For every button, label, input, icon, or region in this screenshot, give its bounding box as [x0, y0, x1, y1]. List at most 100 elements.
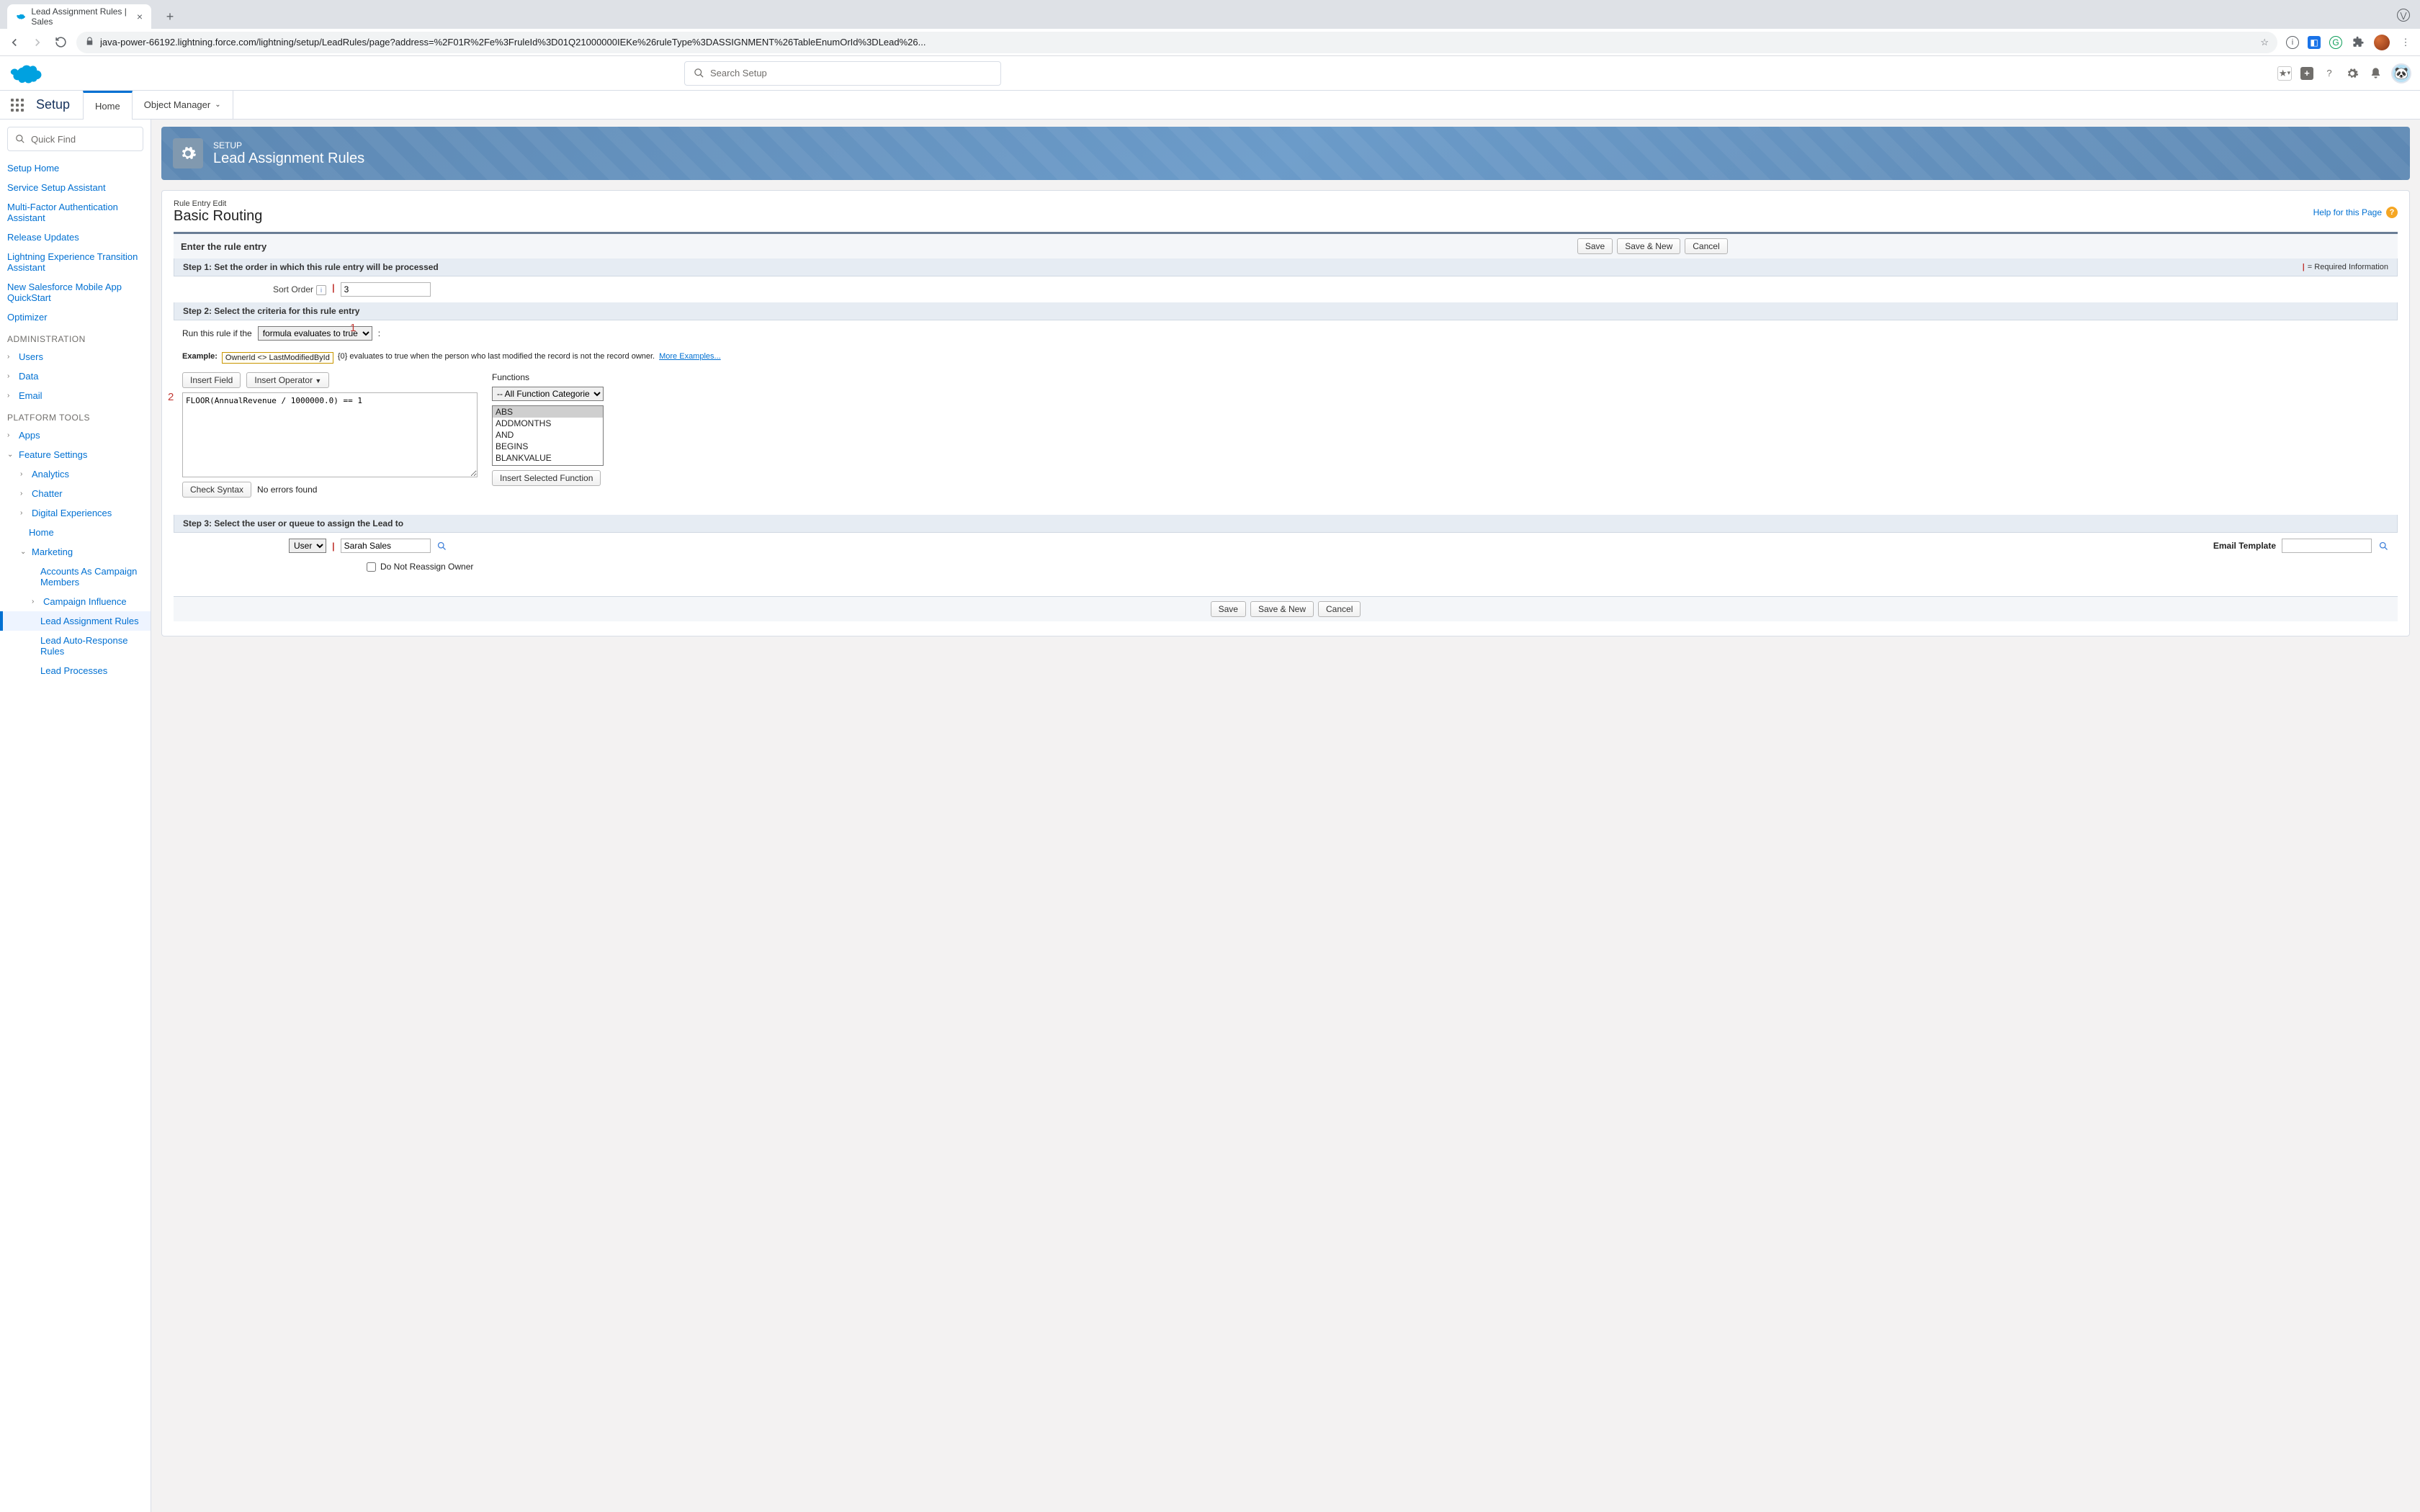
app-launcher-icon[interactable]	[7, 95, 27, 115]
star-icon[interactable]: ☆	[2260, 37, 2269, 48]
cancel-button[interactable]: Cancel	[1685, 238, 1727, 254]
assign-type-select[interactable]: User	[289, 539, 326, 553]
save-button[interactable]: Save	[1577, 238, 1613, 254]
nav-digital-exp[interactable]: ›Digital Experiences	[0, 503, 151, 523]
email-template-input[interactable]	[2282, 539, 2372, 553]
function-item[interactable]: BR	[493, 464, 603, 466]
function-list[interactable]: ABS ADDMONTHS AND BEGINS BLANKVALUE BR	[492, 405, 604, 466]
setup-gear-icon[interactable]	[2345, 66, 2360, 81]
kebab-menu-icon[interactable]: ⋮	[2398, 35, 2413, 50]
sf-global-header: Search Setup ★▾ + ? 🐼	[0, 56, 2420, 91]
close-tab-icon[interactable]: ×	[137, 11, 143, 22]
nav-service-setup[interactable]: Service Setup Assistant	[0, 178, 151, 197]
chevron-right-icon: ›	[7, 372, 14, 380]
function-item[interactable]: ADDMONTHS	[493, 418, 603, 429]
tab-title: Lead Assignment Rules | Sales	[31, 6, 130, 27]
extension-icon[interactable]: ◧	[2308, 36, 2321, 49]
setup-sidebar: Quick Find Setup Home Service Setup Assi…	[0, 120, 151, 1512]
nav-email[interactable]: ›Email	[0, 386, 151, 405]
nav-release-updates[interactable]: Release Updates	[0, 228, 151, 247]
chevron-right-icon: ›	[20, 490, 27, 498]
salesforce-logo-icon[interactable]	[9, 62, 42, 85]
sort-order-label: Sort Orderi	[182, 282, 326, 295]
required-marker: |	[332, 282, 335, 293]
save-button[interactable]: Save	[1211, 601, 1246, 617]
nav-data[interactable]: ›Data	[0, 366, 151, 386]
nav-analytics[interactable]: ›Analytics	[0, 464, 151, 484]
nav-chatter[interactable]: ›Chatter	[0, 484, 151, 503]
grammarly-icon[interactable]: G	[2329, 36, 2342, 49]
global-search[interactable]: Search Setup	[684, 61, 1001, 86]
nav-users[interactable]: ›Users	[0, 347, 151, 366]
function-item[interactable]: BLANKVALUE	[493, 452, 603, 464]
page-header: SETUP Lead Assignment Rules	[161, 127, 2410, 180]
lookup-icon[interactable]	[436, 540, 448, 552]
lookup-icon[interactable]	[2378, 540, 2389, 552]
browser-toolbar: java-power-66192.lightning.force.com/lig…	[0, 29, 2420, 56]
chevron-right-icon: ›	[7, 353, 14, 361]
tab-object-manager[interactable]: Object Manager⌄	[133, 91, 233, 120]
quick-find-input[interactable]: Quick Find	[7, 127, 143, 151]
reload-button[interactable]	[53, 35, 68, 50]
rule-name: Basic Routing	[174, 208, 262, 225]
nav-mfa-assistant[interactable]: Multi-Factor Authentication Assistant	[0, 197, 151, 228]
app-name: Setup	[36, 97, 70, 112]
function-category-select[interactable]: -- All Function Categories --	[492, 387, 604, 401]
address-bar[interactable]: java-power-66192.lightning.force.com/lig…	[76, 32, 2277, 53]
notifications-icon[interactable]	[2368, 66, 2383, 81]
formula-textarea[interactable]: FLOOR(AnnualRevenue / 1000000.0) == 1	[182, 392, 478, 477]
lock-icon	[85, 37, 94, 48]
function-item[interactable]: BEGINS	[493, 441, 603, 452]
help-icon[interactable]: ?	[2322, 66, 2336, 81]
window-control-icon[interactable]: ⋁	[2397, 9, 2410, 22]
bottom-button-bar: Save Save & New Cancel	[174, 596, 2398, 621]
insert-field-button[interactable]: Insert Field	[182, 372, 241, 388]
info-icon[interactable]: i	[316, 285, 326, 295]
nav-lead-processes[interactable]: Lead Processes	[0, 661, 151, 680]
browser-tab[interactable]: Lead Assignment Rules | Sales ×	[7, 4, 151, 29]
check-syntax-button[interactable]: Check Syntax	[182, 482, 251, 498]
nav-home-platform[interactable]: Home	[0, 523, 151, 542]
extensions-puzzle-icon[interactable]	[2351, 35, 2365, 50]
nav-lead-assignment-rules[interactable]: Lead Assignment Rules	[0, 611, 151, 631]
nav-lex-transition[interactable]: Lightning Experience Transition Assistan…	[0, 247, 151, 277]
add-button[interactable]: +	[2300, 67, 2313, 80]
nav-marketing[interactable]: ⌄Marketing	[0, 542, 151, 562]
search-icon	[694, 68, 704, 78]
chevron-right-icon: ›	[7, 431, 14, 439]
function-item[interactable]: ABS	[493, 406, 603, 418]
nav-mobile-quickstart[interactable]: New Salesforce Mobile App QuickStart	[0, 277, 151, 307]
sort-order-input[interactable]	[341, 282, 431, 297]
nav-optimizer[interactable]: Optimizer	[0, 307, 151, 327]
nav-section-admin: ADMINISTRATION	[0, 327, 151, 347]
insert-operator-button[interactable]: Insert Operator ▼	[246, 372, 329, 388]
tab-home[interactable]: Home	[83, 91, 133, 120]
nav-campaign-influence[interactable]: ›Campaign Influence	[0, 592, 151, 611]
annotation-2: 2	[168, 391, 174, 403]
info-icon[interactable]: i	[2286, 36, 2299, 49]
nav-setup-home[interactable]: Setup Home	[0, 158, 151, 178]
insert-function-button[interactable]: Insert Selected Function	[492, 470, 601, 486]
no-reassign-checkbox[interactable]	[367, 562, 376, 572]
user-avatar[interactable]: 🐼	[2391, 63, 2411, 84]
help-link[interactable]: Help for this Page ?	[2313, 199, 2398, 225]
nav-apps[interactable]: ›Apps	[0, 426, 151, 445]
step3-header: Step 3: Select the user or queue to assi…	[174, 515, 2398, 533]
cancel-button[interactable]: Cancel	[1318, 601, 1361, 617]
save-new-button[interactable]: Save & New	[1617, 238, 1680, 254]
favorites-button[interactable]: ★▾	[2277, 66, 2292, 81]
new-tab-button[interactable]: +	[160, 6, 180, 27]
save-new-button[interactable]: Save & New	[1250, 601, 1314, 617]
nav-accounts-campaign[interactable]: Accounts As Campaign Members	[0, 562, 151, 592]
nav-lead-auto-response[interactable]: Lead Auto-Response Rules	[0, 631, 151, 661]
more-examples-link[interactable]: More Examples...	[659, 352, 721, 361]
url-text: java-power-66192.lightning.force.com/lig…	[100, 37, 926, 48]
back-button[interactable]	[7, 35, 22, 50]
forward-button	[30, 35, 45, 50]
function-item[interactable]: AND	[493, 429, 603, 441]
help-icon: ?	[2386, 207, 2398, 218]
extensions-area: i ◧ G ⋮	[2286, 35, 2413, 50]
profile-avatar[interactable]	[2374, 35, 2390, 50]
nav-feature-settings[interactable]: ⌄Feature Settings	[0, 445, 151, 464]
assign-user-input[interactable]	[341, 539, 431, 553]
